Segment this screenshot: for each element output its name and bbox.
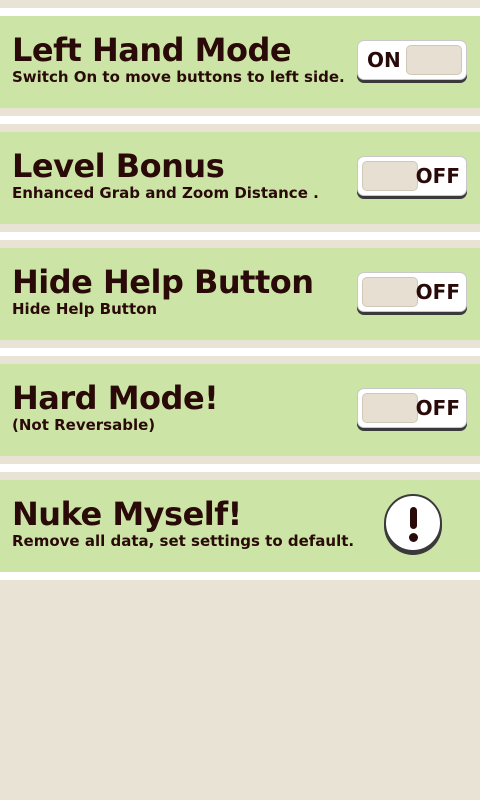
toggle-state-label: OFF — [415, 396, 460, 420]
toggle-knob — [362, 277, 418, 307]
divider-stripe — [0, 232, 480, 240]
toggle-knob — [362, 161, 418, 191]
setting-description: Enhanced Grab and Zoom Distance . — [12, 184, 319, 202]
toggle-knob — [406, 45, 462, 75]
divider-stripe — [0, 348, 480, 356]
exclamation-dot — [409, 533, 418, 542]
setting-title: Hide Help Button — [12, 263, 314, 301]
setting-row-nuke-myself: Nuke Myself! Remove all data, set settin… — [0, 480, 480, 572]
nuke-myself-button[interactable] — [384, 494, 442, 552]
setting-row-level-bonus: Level Bonus Enhanced Grab and Zoom Dista… — [0, 132, 480, 224]
toggle-knob — [362, 393, 418, 423]
setting-title: Level Bonus — [12, 147, 225, 185]
setting-description: (Not Reversable) — [12, 416, 156, 434]
left-hand-mode-toggle[interactable]: ON — [357, 40, 467, 80]
setting-row-hard-mode: Hard Mode! (Not Reversable) OFF — [0, 364, 480, 456]
setting-row-left-hand-mode: Left Hand Mode Switch On to move buttons… — [0, 16, 480, 108]
divider-stripe — [0, 8, 480, 16]
setting-row-hide-help-button: Hide Help Button Hide Help Button OFF — [0, 248, 480, 340]
toggle-state-label: ON — [367, 48, 401, 72]
divider-stripe — [0, 116, 480, 124]
setting-description: Remove all data, set settings to default… — [12, 532, 355, 550]
setting-title: Hard Mode! — [12, 379, 219, 417]
hide-help-button-toggle[interactable]: OFF — [357, 272, 467, 312]
toggle-state-label: OFF — [415, 164, 460, 188]
exclamation-bar — [410, 507, 417, 529]
divider-stripe — [0, 464, 480, 472]
setting-title: Left Hand Mode — [12, 31, 292, 69]
divider-stripe — [0, 572, 480, 580]
setting-description: Hide Help Button — [12, 300, 158, 318]
setting-description: Switch On to move buttons to left side. — [12, 68, 345, 86]
toggle-state-label: OFF — [415, 280, 460, 304]
level-bonus-toggle[interactable]: OFF — [357, 156, 467, 196]
setting-title: Nuke Myself! — [12, 495, 242, 533]
hard-mode-toggle[interactable]: OFF — [357, 388, 467, 428]
